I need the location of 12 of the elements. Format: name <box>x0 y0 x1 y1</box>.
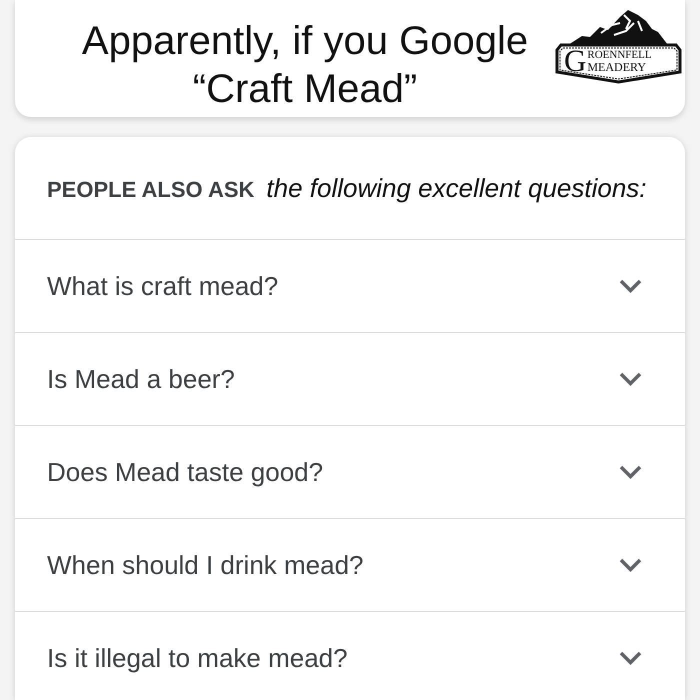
logo-subname: MEADERY <box>587 60 648 74</box>
question-item[interactable]: What is craft mead? <box>15 239 685 332</box>
mountain-icon <box>568 9 668 45</box>
question-item[interactable]: When should I drink mead? <box>15 518 685 611</box>
question-item[interactable]: Does Mead taste good? <box>15 425 685 518</box>
logo-initial: G <box>564 46 586 76</box>
section-subheading: the following excellent questions: <box>266 172 647 204</box>
page-title: Apparently, if you Google “Craft Mead” <box>80 18 530 113</box>
question-item[interactable]: Is Mead a beer? <box>15 332 685 425</box>
question-item[interactable]: Is it illegal to make mead? <box>15 611 685 700</box>
section-heading: PEOPLE ALSO ASK <box>47 176 254 202</box>
logo-name: ROENNFELL <box>587 48 652 60</box>
